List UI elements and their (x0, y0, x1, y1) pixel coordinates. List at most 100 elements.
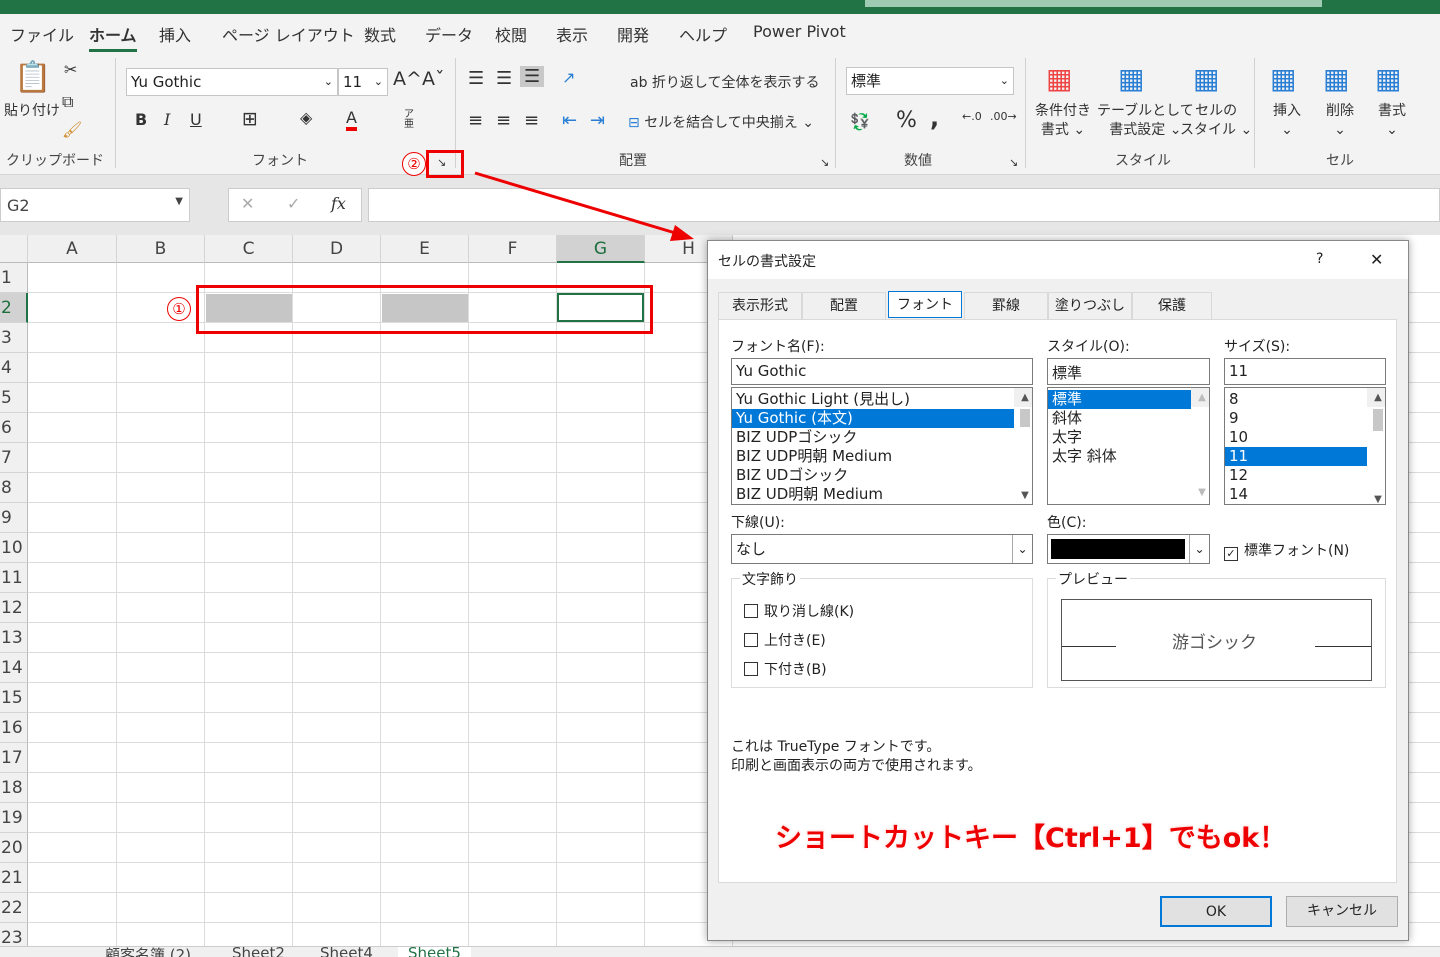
row-header-18[interactable]: 18 (0, 773, 28, 803)
column-header-B[interactable]: B (117, 235, 205, 263)
search-box[interactable] (865, 0, 1322, 7)
scrollbar[interactable]: ▲ ▼ (1014, 388, 1032, 501)
row-header-8[interactable]: 8 (0, 473, 28, 503)
align-middle-icon[interactable]: ☰ (496, 68, 512, 89)
wrap-text-button[interactable]: ab 折り返して全体を表示する (630, 72, 820, 92)
list-item[interactable]: 太字 (1048, 428, 1191, 447)
tab-font[interactable]: フォント (888, 291, 962, 318)
row-header-1[interactable]: 1 (0, 263, 28, 293)
sheet-tab-active[interactable]: Sheet5 (398, 947, 471, 957)
increase-decimal-icon[interactable]: ←.0 (962, 110, 982, 123)
underline-button[interactable]: U (190, 110, 202, 129)
ok-button[interactable]: OK (1160, 896, 1272, 927)
tab-file[interactable]: ファイル (10, 22, 74, 46)
sheet-tab[interactable]: 顧客名簿 (2) (105, 947, 191, 957)
row-header-4[interactable]: 4 (0, 353, 28, 383)
tab-border[interactable]: 罫線 (964, 292, 1048, 319)
row-header-21[interactable]: 21 (0, 863, 28, 893)
row-header-9[interactable]: 9 (0, 503, 28, 533)
orientation-icon[interactable]: ↗ (562, 68, 575, 87)
tab-formulas[interactable]: 数式 (364, 22, 396, 46)
help-button[interactable]: ? (1316, 251, 1323, 267)
column-header-E[interactable]: E (381, 235, 469, 263)
conditional-format-icon[interactable]: ▦ (1046, 62, 1072, 95)
delete-cells-icon[interactable]: ▦ (1323, 62, 1349, 95)
row-header-7[interactable]: 7 (0, 443, 28, 473)
color-select[interactable]: ⌄ (1047, 534, 1210, 564)
cell-styles-icon[interactable]: ▦ (1193, 62, 1219, 95)
tab-protection[interactable]: 保護 (1132, 292, 1212, 319)
format-painter-icon[interactable]: 🖌 (62, 120, 82, 139)
select-all[interactable] (0, 235, 28, 263)
tab-number[interactable]: 表示形式 (718, 292, 802, 319)
superscript-checkbox[interactable]: 上付き(E) (744, 630, 826, 650)
row-header-15[interactable]: 15 (0, 683, 28, 713)
insert-cells-button[interactable]: 挿入 ⌄ (1273, 102, 1301, 140)
decrease-indent-icon[interactable]: ⇤ (562, 110, 577, 131)
grow-font-button[interactable]: A^ (393, 68, 422, 90)
align-left-icon[interactable]: ≡ (468, 110, 483, 131)
comma-button[interactable]: , (930, 104, 939, 132)
row-header-23[interactable]: 23 (0, 923, 28, 947)
paste-button[interactable]: 貼り付け (4, 102, 60, 121)
furigana-button[interactable]: ア亜 (404, 110, 416, 130)
style-list[interactable]: 標準 斜体 太字 太字 斜体 ▲ ▼ (1047, 387, 1210, 505)
format-cells-button[interactable]: 書式 ⌄ (1378, 102, 1406, 140)
list-item[interactable]: Yu Gothic (本文) (732, 409, 1014, 428)
row-header-12[interactable]: 12 (0, 593, 28, 623)
row-header-3[interactable]: 3 (0, 323, 28, 353)
size-input[interactable]: 11 (1224, 358, 1386, 385)
accounting-format-icon[interactable]: 💱 (850, 112, 870, 131)
row-header-19[interactable]: 19 (0, 803, 28, 833)
list-item[interactable]: 14 (1225, 485, 1367, 504)
insert-cells-icon[interactable]: ▦ (1270, 62, 1296, 95)
list-item[interactable]: 11 (1225, 447, 1367, 466)
align-top-icon[interactable]: ☰ (468, 68, 484, 89)
row-header-6[interactable]: 6 (0, 413, 28, 443)
conditional-format-button[interactable]: 条件付き 書式 ⌄ (1035, 102, 1091, 140)
row-header-17[interactable]: 17 (0, 743, 28, 773)
merge-center-button[interactable]: ⊟ セルを結合して中央揃え ⌄ (628, 112, 814, 132)
column-header-D[interactable]: D (293, 235, 381, 263)
cancel-button[interactable]: キャンセル (1286, 896, 1398, 927)
cut-icon[interactable]: ✂ (64, 60, 77, 79)
align-right-icon[interactable]: ≡ (524, 110, 539, 131)
tab-home[interactable]: ホーム (89, 22, 137, 52)
enter-icon[interactable]: ✓ (287, 194, 300, 213)
list-item[interactable]: 標準 (1048, 390, 1191, 409)
number-dialog-launcher-icon[interactable]: ↘ (1009, 156, 1018, 169)
copy-icon[interactable]: ⧉ (62, 92, 73, 112)
row-header-22[interactable]: 22 (0, 893, 28, 923)
tab-developer[interactable]: 開発 (617, 22, 649, 46)
tab-view[interactable]: 表示 (556, 22, 588, 46)
font-size-select[interactable]: 11 ⌄ (338, 68, 388, 96)
tab-power-pivot[interactable]: Power Pivot (753, 22, 846, 41)
style-input[interactable]: 標準 (1047, 358, 1210, 385)
increase-indent-icon[interactable]: ⇥ (590, 110, 605, 131)
name-box[interactable]: G2 ▼ (0, 188, 190, 222)
row-header-14[interactable]: 14 (0, 653, 28, 683)
cell-styles-button[interactable]: セルの スタイル ⌄ (1180, 102, 1252, 140)
list-item[interactable]: 9 (1225, 409, 1367, 428)
tab-insert[interactable]: 挿入 (159, 22, 191, 46)
underline-select[interactable]: なし ⌄ (731, 534, 1033, 564)
close-button[interactable]: ✕ (1370, 250, 1383, 269)
normal-font-checkbox[interactable]: ✓ 標準フォント(N) (1224, 540, 1349, 561)
list-item[interactable]: BIZ UDP明朝 Medium (732, 447, 1014, 466)
column-header-A[interactable]: A (28, 235, 117, 263)
list-item[interactable]: 斜体 (1048, 409, 1191, 428)
delete-cells-button[interactable]: 削除 ⌄ (1326, 102, 1354, 140)
list-item[interactable]: 12 (1225, 466, 1367, 485)
insert-function-button[interactable]: fx (331, 194, 346, 213)
sheet-tab[interactable]: Sheet2 (232, 947, 285, 957)
row-header-10[interactable]: 10 (0, 533, 28, 563)
scrollbar[interactable]: ▲ ▼ (1367, 388, 1385, 504)
list-item[interactable]: 太字 斜体 (1048, 447, 1191, 466)
fill-color-icon[interactable]: ◈ (300, 108, 312, 127)
subscript-checkbox[interactable]: 下付き(B) (744, 659, 827, 679)
column-header-C[interactable]: C (205, 235, 293, 263)
tab-data[interactable]: データ (425, 22, 473, 46)
border-icon[interactable]: ⊞ (242, 108, 258, 130)
list-item[interactable]: 10 (1225, 428, 1367, 447)
percent-button[interactable]: % (896, 108, 917, 133)
